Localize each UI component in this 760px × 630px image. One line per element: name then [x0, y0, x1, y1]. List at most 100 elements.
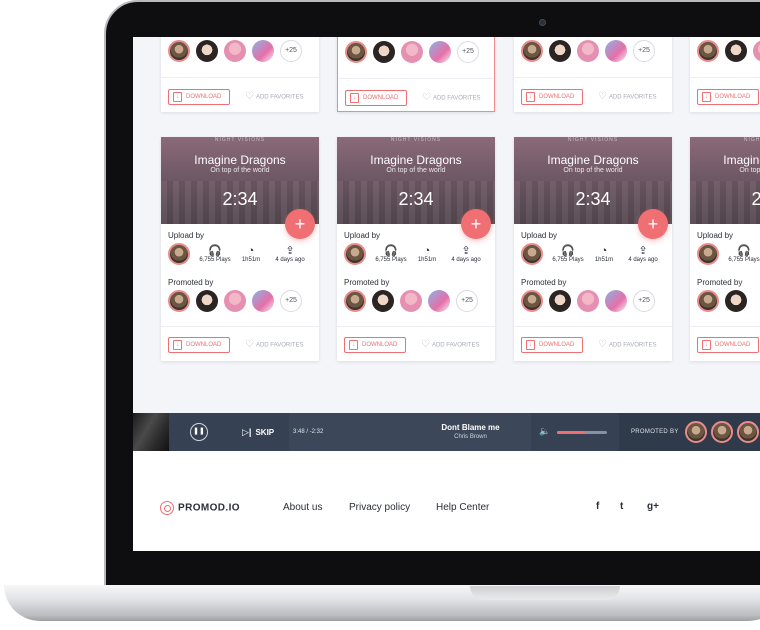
upload-by-label: Upload by — [521, 231, 558, 240]
uploaded-stat: ⇪ 4 days ago — [271, 245, 309, 263]
avatar[interactable] — [196, 290, 218, 312]
add-favorites-button[interactable]: ♡ ADD FAVORITES — [421, 337, 480, 354]
avatar[interactable] — [401, 41, 423, 63]
avatar[interactable] — [711, 421, 733, 443]
avatar[interactable] — [429, 41, 451, 63]
avatar[interactable] — [521, 40, 543, 62]
google-plus-icon[interactable]: g+ — [647, 501, 659, 512]
avatar[interactable] — [252, 290, 274, 312]
download-icon: ↓ — [173, 92, 182, 102]
download-button[interactable]: ↓ DOWNLOAD — [521, 89, 583, 105]
album-cover-text: NIGHT VISIONS — [743, 137, 760, 143]
add-favorites-button[interactable]: ♡ ADD FAVORITES — [245, 89, 304, 106]
track-card: +25 ↓ DOWNLOAD ♡ ADD FAVORITES — [161, 37, 319, 112]
avatar[interactable] — [521, 243, 543, 265]
more-promoters-badge[interactable]: +25 — [457, 41, 479, 63]
avatar[interactable] — [252, 40, 274, 62]
more-promoters-badge[interactable]: +25 — [456, 290, 478, 312]
avatar[interactable] — [168, 243, 190, 265]
add-favorites-button[interactable]: ♡ ADD FAVORITES — [598, 337, 657, 354]
clock-icon: ◔ — [423, 245, 431, 257]
plays-stat: 🎧 6,755 Plays — [727, 245, 760, 263]
avatar[interactable] — [196, 40, 218, 62]
download-button[interactable]: ↓ DOWNLOAD — [168, 337, 230, 353]
download-button[interactable]: ↓ DOWNLOAD — [697, 89, 759, 105]
uploaded-value: 4 days ago — [628, 257, 658, 263]
skip-button[interactable]: ▷| SKIP — [242, 427, 274, 438]
avatar[interactable] — [753, 40, 760, 62]
album-cover-text: NIGHT VISIONS — [214, 137, 266, 143]
more-promoters-badge[interactable]: +25 — [633, 40, 655, 62]
add-favorites-button[interactable]: ♡ ADD FAVORITES — [245, 337, 304, 354]
download-button[interactable]: ↓ DOWNLOAD — [521, 337, 583, 353]
avatar[interactable] — [344, 243, 366, 265]
uploaded-stat: ⇪ 4 days ago — [624, 245, 662, 263]
more-promoters-badge[interactable]: +25 — [633, 290, 655, 312]
more-promoters-badge[interactable]: +25 — [280, 290, 302, 312]
promod-logo[interactable]: PROMOD.IO — [160, 501, 240, 515]
now-playing-thumbnail[interactable] — [133, 413, 169, 451]
track-card-selected: +25 ↓ DOWNLOAD ♡ ADD FAVORITES — [337, 37, 495, 112]
favorites-label: ADD FAVORITES — [431, 342, 480, 349]
pause-button[interactable]: ❚❚ — [190, 423, 208, 441]
avatar[interactable] — [725, 40, 747, 62]
avatar[interactable] — [400, 290, 422, 312]
footer-link-about[interactable]: About us — [283, 502, 322, 513]
add-button[interactable]: + — [285, 209, 315, 239]
laptop-mockup: +25 ↓ DOWNLOAD ♡ ADD FAVORITES +25 ↓ DOWNLO… — [0, 0, 760, 630]
avatar[interactable] — [168, 290, 190, 312]
avatar[interactable] — [685, 421, 707, 443]
facebook-icon[interactable]: f — [596, 501, 599, 512]
heart-icon: ♡ — [598, 339, 607, 350]
speaker-icon[interactable]: 🔈 — [539, 426, 550, 437]
track-card: +25 ↓ DOWNLOAD ♡ ADD FAVORITES — [514, 37, 672, 112]
avatar[interactable] — [605, 290, 627, 312]
plays-count: 6,755 Plays — [199, 257, 231, 263]
avatar[interactable] — [737, 421, 759, 443]
avatar[interactable] — [697, 290, 719, 312]
track-card: NIGHT VISIONS Imagine Dragons On top of … — [161, 137, 319, 361]
twitter-icon[interactable]: t — [620, 501, 623, 512]
song-title: On top of the world — [210, 167, 270, 174]
promoted-by-label: Promoted by — [168, 278, 214, 287]
avatar[interactable] — [521, 290, 543, 312]
download-icon: ↓ — [526, 92, 535, 102]
avatar[interactable] — [549, 290, 571, 312]
avatar[interactable] — [577, 290, 599, 312]
avatar[interactable] — [224, 290, 246, 312]
download-button[interactable]: ↓ DOWNLOAD — [697, 337, 759, 353]
avatar[interactable] — [725, 290, 747, 312]
artist-name: Imagine Dragons — [723, 153, 760, 167]
uploaded-value: 4 days ago — [451, 257, 481, 263]
album-art[interactable]: NIGHT VISIONS Imagine Dragons On top of … — [690, 137, 760, 224]
avatar[interactable] — [345, 41, 367, 63]
download-button[interactable]: ↓ DOWNLOAD — [345, 90, 407, 106]
avatar[interactable] — [697, 40, 719, 62]
album-cover-text: NIGHT VISIONS — [390, 137, 442, 143]
add-button[interactable]: + — [461, 209, 491, 239]
avatar[interactable] — [373, 41, 395, 63]
avatar[interactable] — [372, 290, 394, 312]
avatar[interactable] — [577, 40, 599, 62]
footer-link-privacy[interactable]: Privacy policy — [349, 502, 410, 513]
volume-slider[interactable] — [557, 431, 607, 434]
avatar[interactable] — [697, 243, 719, 265]
avatar[interactable] — [168, 40, 190, 62]
avatar[interactable] — [224, 40, 246, 62]
download-button[interactable]: ↓ DOWNLOAD — [168, 89, 230, 105]
length-value: 1h51m — [241, 257, 261, 263]
avatar[interactable] — [344, 290, 366, 312]
divider — [514, 326, 672, 327]
footer-link-help[interactable]: Help Center — [436, 502, 489, 513]
download-label: DOWNLOAD — [539, 342, 575, 348]
avatar[interactable] — [605, 40, 627, 62]
avatar[interactable] — [428, 290, 450, 312]
add-favorites-button[interactable]: ♡ ADD FAVORITES — [598, 89, 657, 106]
add-favorites-button[interactable]: ♡ ADD FAVORITES — [422, 90, 481, 107]
add-button[interactable]: + — [638, 209, 668, 239]
download-button[interactable]: ↓ DOWNLOAD — [344, 337, 406, 353]
avatar[interactable] — [549, 40, 571, 62]
download-icon: ↓ — [173, 340, 182, 350]
more-promoters-badge[interactable]: +25 — [280, 40, 302, 62]
clock-icon: ◔ — [600, 245, 608, 257]
